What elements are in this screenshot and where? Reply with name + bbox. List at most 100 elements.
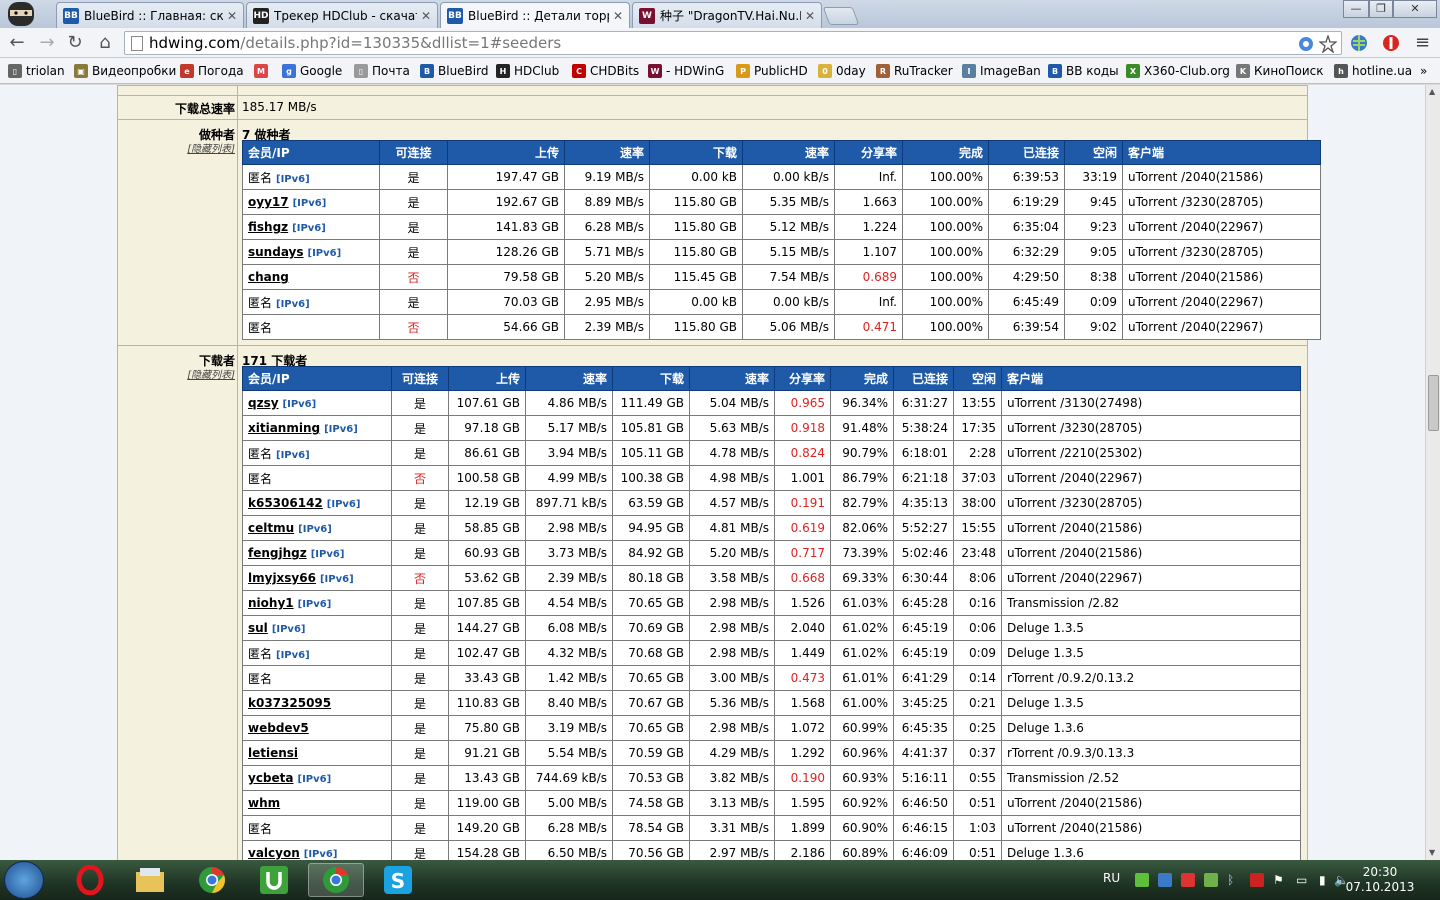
translate-icon[interactable] xyxy=(1297,35,1315,53)
adblock-extension-icon[interactable] xyxy=(1381,33,1401,53)
bookmark-item[interactable]: C CHDBits xyxy=(572,62,639,80)
peer-user-link[interactable]: ycbeta xyxy=(248,771,294,785)
column-header[interactable]: 完成 xyxy=(830,366,894,391)
bookmark-star-icon[interactable] xyxy=(1319,35,1337,53)
peer-user-link[interactable]: sundays xyxy=(248,245,304,259)
column-header[interactable]: 速率 xyxy=(525,366,613,391)
tray-display-icon[interactable]: ▭ xyxy=(1296,873,1310,887)
leechers-hide-list-link[interactable]: [隐藏列表] xyxy=(187,366,235,381)
column-header[interactable]: 分享率 xyxy=(834,140,903,165)
peer-user-link[interactable]: k037325095 xyxy=(248,696,331,710)
column-header[interactable]: 下载 xyxy=(612,366,690,391)
peer-user-cell[interactable]: k65306142 [IPv6] xyxy=(242,490,392,516)
column-header[interactable]: 空闲 xyxy=(953,366,1002,391)
taskbar-skype-icon[interactable]: S xyxy=(370,863,426,897)
peer-user-link[interactable]: webdev5 xyxy=(248,721,309,735)
peer-user-link[interactable]: k65306142 xyxy=(248,496,323,510)
browser-tab[interactable]: W 种子 "DragonTV.Hai.Nu.E(✕ xyxy=(632,2,822,28)
peer-user-cell[interactable]: sul [IPv6] xyxy=(242,615,392,641)
peer-user-cell[interactable]: valcyon [IPv6] xyxy=(242,840,392,860)
bookmark-item[interactable]: P PublicHD xyxy=(736,62,808,80)
taskbar-chrome-active-icon[interactable] xyxy=(308,863,364,897)
bookmark-item[interactable]: h hotline.ua xyxy=(1334,62,1412,80)
peer-user-cell[interactable]: niohy1 [IPv6] xyxy=(242,590,392,616)
scroll-up-arrow-icon[interactable]: ▲ xyxy=(1429,87,1435,96)
bookmark-item[interactable]: 0 0day xyxy=(818,62,866,80)
address-bar[interactable]: hdwing.com/details.php?id=130335&dllist=… xyxy=(124,31,1342,55)
bookmark-item[interactable]: X X360-Club.org xyxy=(1126,62,1230,80)
column-header[interactable]: 可连接 xyxy=(391,366,449,391)
bookmark-item[interactable]: M xyxy=(254,62,272,80)
peer-user-link[interactable]: oyy17 xyxy=(248,195,289,209)
scroll-down-arrow-icon[interactable]: ▼ xyxy=(1429,848,1435,857)
close-window-button[interactable]: ✕ xyxy=(1393,0,1437,18)
home-icon[interactable]: ⌂ xyxy=(94,32,116,54)
column-header[interactable]: 上传 xyxy=(447,140,565,165)
peer-user-cell[interactable]: letiensi xyxy=(242,740,392,766)
bookmark-item[interactable]: R RuTracker xyxy=(876,62,953,80)
page-scrollbar[interactable]: ▲ ▼ xyxy=(1425,85,1440,860)
bookmark-item[interactable]: g Google xyxy=(282,62,342,80)
peer-user-cell[interactable]: fishgz [IPv6] xyxy=(242,214,380,240)
tray-app-icon[interactable] xyxy=(1250,873,1264,887)
peer-user-link[interactable]: whm xyxy=(248,796,280,810)
bookmark-item[interactable]: I ImageBan xyxy=(962,62,1041,80)
seeders-hide-list-link[interactable]: [隐藏列表] xyxy=(187,140,235,155)
taskbar-explorer-icon[interactable] xyxy=(122,863,178,897)
chrome-menu-icon[interactable]: ≡ xyxy=(1415,33,1435,53)
peer-user-cell[interactable]: celtmu [IPv6] xyxy=(242,515,392,541)
taskbar-utorrent-icon[interactable] xyxy=(246,863,302,897)
bookmark-item[interactable]: B BB коды xyxy=(1048,62,1119,80)
back-arrow-icon[interactable]: ← xyxy=(6,32,28,54)
peer-user-link[interactable]: xitianming xyxy=(248,421,320,435)
browser-tab[interactable]: BB BlueBird :: Главная: скача ✕ xyxy=(56,2,244,28)
bookmark-item[interactable]: e Погода xyxy=(180,62,244,80)
peer-user-cell[interactable]: k037325095 xyxy=(242,690,392,716)
peer-user-cell[interactable]: webdev5 xyxy=(242,715,392,741)
tray-antivirus-icon[interactable] xyxy=(1181,873,1195,887)
peer-user-cell[interactable]: sundays [IPv6] xyxy=(242,239,380,265)
start-button[interactable] xyxy=(4,861,44,899)
peer-user-cell[interactable]: xitianming [IPv6] xyxy=(242,415,392,441)
peer-user-cell[interactable]: fengjhgz [IPv6] xyxy=(242,540,392,566)
bookmark-item[interactable]: W - HDWinG xyxy=(648,62,724,80)
column-header[interactable]: 下载 xyxy=(649,140,743,165)
forward-arrow-icon[interactable]: → xyxy=(36,32,58,54)
column-header[interactable]: 速率 xyxy=(564,140,650,165)
globe-extension-icon[interactable] xyxy=(1349,33,1369,53)
peer-user-link[interactable]: valcyon xyxy=(248,846,300,860)
tray-shield-icon[interactable] xyxy=(1158,873,1172,887)
peer-user-link[interactable]: sul xyxy=(248,621,268,635)
browser-tab[interactable]: BB BlueBird :: Детали торрен ✕ xyxy=(440,2,630,28)
peer-user-link[interactable]: fishgz xyxy=(248,220,288,234)
taskbar-opera-icon[interactable] xyxy=(62,863,118,897)
peer-user-link[interactable]: lmyjxsy66 xyxy=(248,571,316,585)
bookmark-item[interactable]: K КиноПоиск xyxy=(1236,62,1324,80)
taskbar-chrome-icon[interactable] xyxy=(184,863,240,897)
taskbar-clock[interactable]: 20:30 07.10.2013 xyxy=(1345,865,1415,895)
peer-user-cell[interactable]: whm xyxy=(242,790,392,816)
maximize-button[interactable]: ❐ xyxy=(1369,0,1393,18)
tab-close-icon[interactable]: ✕ xyxy=(421,9,431,23)
column-header[interactable]: 已连接 xyxy=(893,366,954,391)
column-header[interactable]: 会员/IP xyxy=(242,366,392,391)
tray-power-icon[interactable]: ▮ xyxy=(1319,873,1333,887)
tray-bluetooth-icon[interactable]: ᛒ xyxy=(1227,873,1241,887)
column-header[interactable]: 分享率 xyxy=(774,366,831,391)
column-header[interactable]: 已连接 xyxy=(988,140,1065,165)
bookmark-item[interactable]: ▣ Видеопробки xyxy=(74,62,176,80)
peer-user-link[interactable]: celtmu xyxy=(248,521,294,535)
column-header[interactable]: 客户端 xyxy=(1122,140,1321,165)
tray-utorrent-icon[interactable] xyxy=(1204,873,1218,887)
tray-network-icon[interactable] xyxy=(1135,873,1149,887)
tray-flag-icon[interactable]: ⚑ xyxy=(1273,873,1287,887)
peer-user-cell[interactable]: chang xyxy=(242,264,380,290)
bookmark-item[interactable]: ▯ Почта xyxy=(354,62,410,80)
column-header[interactable]: 速率 xyxy=(742,140,835,165)
column-header[interactable]: 上传 xyxy=(448,366,526,391)
scrollbar-thumb[interactable] xyxy=(1428,375,1439,431)
peer-user-cell[interactable]: qzsy [IPv6] xyxy=(242,390,392,416)
column-header[interactable]: 客户端 xyxy=(1001,366,1301,391)
peer-user-link[interactable]: qzsy xyxy=(248,396,279,410)
bookmark-item[interactable]: ▯ triolan xyxy=(8,62,65,80)
